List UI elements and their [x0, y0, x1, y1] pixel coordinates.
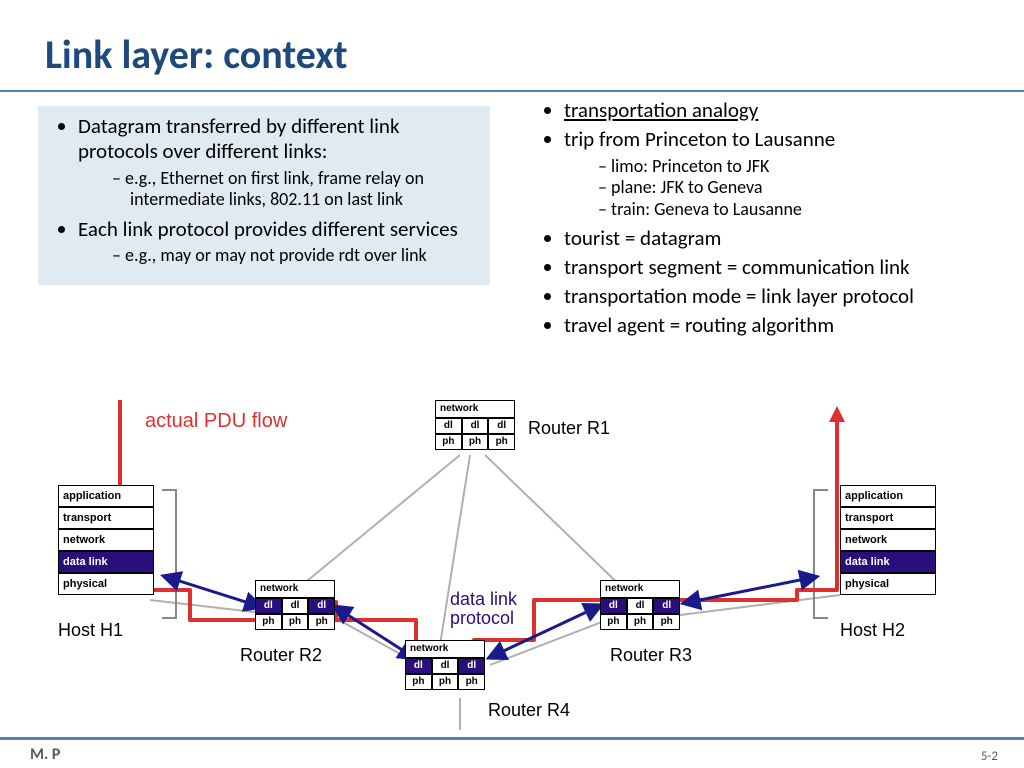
right-bullet-2: trip from Princeton to Lausanne: [564, 127, 999, 152]
layer-datalink: data link: [840, 551, 936, 573]
pdu-flow-label: actual PDU flow: [145, 410, 287, 433]
router-r1-label: Router R1: [528, 418, 610, 439]
right-sub-2c: train: Geneva to Lausanne: [598, 199, 999, 221]
left-sub-1a: e.g., Ethernet on first link, frame rela…: [112, 168, 480, 211]
router-r4: network dldldl phphph: [405, 640, 485, 690]
slide: Link layer: context Datagram transferred…: [0, 0, 1024, 768]
right-bullet-4: transport segment = communication link: [564, 255, 999, 280]
host-h1-label: Host H1: [58, 620, 123, 641]
router-r2-label: Router R2: [240, 645, 322, 666]
layer-app: application: [58, 485, 154, 507]
layer-physical: physical: [58, 573, 154, 595]
right-bullet-1: transportation analogy: [564, 98, 999, 123]
footer-author: M. P: [30, 745, 60, 764]
right-bullet-5: transportation mode = link layer protoco…: [564, 284, 999, 309]
right-sub-2a: limo: Princeton to JFK: [598, 156, 999, 178]
router-r3-label: Router R3: [610, 645, 692, 666]
router-r2: network dldldl phphph: [255, 580, 335, 630]
title-rule: [0, 90, 1024, 92]
layer-network: network: [840, 529, 936, 551]
left-panel: Datagram transferred by different link p…: [38, 106, 490, 285]
left-bullet-2: Each link protocol provides different se…: [78, 217, 480, 242]
network-diagram: actual PDU flow data linkprotocol applic…: [40, 400, 984, 730]
host-h2-label: Host H2: [840, 620, 905, 641]
layer-transport: transport: [58, 507, 154, 529]
router-r1: network dldldl phphph: [435, 400, 515, 450]
footer-rule: [0, 737, 1024, 740]
router-r4-label: Router R4: [488, 700, 570, 721]
layer-network: network: [58, 529, 154, 551]
left-sub-2a: e.g., may or may not provide rdt over li…: [112, 245, 480, 267]
slide-title: Link layer: context: [45, 30, 348, 79]
right-bullet-3: tourist = datagram: [564, 226, 999, 251]
footer-page: 5-2: [981, 749, 998, 764]
data-link-protocol-label: data linkprotocol: [450, 590, 517, 628]
host-h1: application transport network data link …: [58, 485, 154, 595]
host-h2: application transport network data link …: [840, 485, 936, 595]
right-bullet-6: travel agent = routing algorithm: [564, 313, 999, 338]
right-sub-2b: plane: JFK to Geneva: [598, 177, 999, 199]
layer-transport: transport: [840, 507, 936, 529]
layer-datalink: data link: [58, 551, 154, 573]
layer-physical: physical: [840, 573, 936, 595]
layer-app: application: [840, 485, 936, 507]
right-panel: transportation analogy trip from Princet…: [534, 98, 999, 341]
left-bullet-1: Datagram transferred by different link p…: [78, 114, 480, 164]
router-r3: network dldldl phphph: [600, 580, 680, 630]
